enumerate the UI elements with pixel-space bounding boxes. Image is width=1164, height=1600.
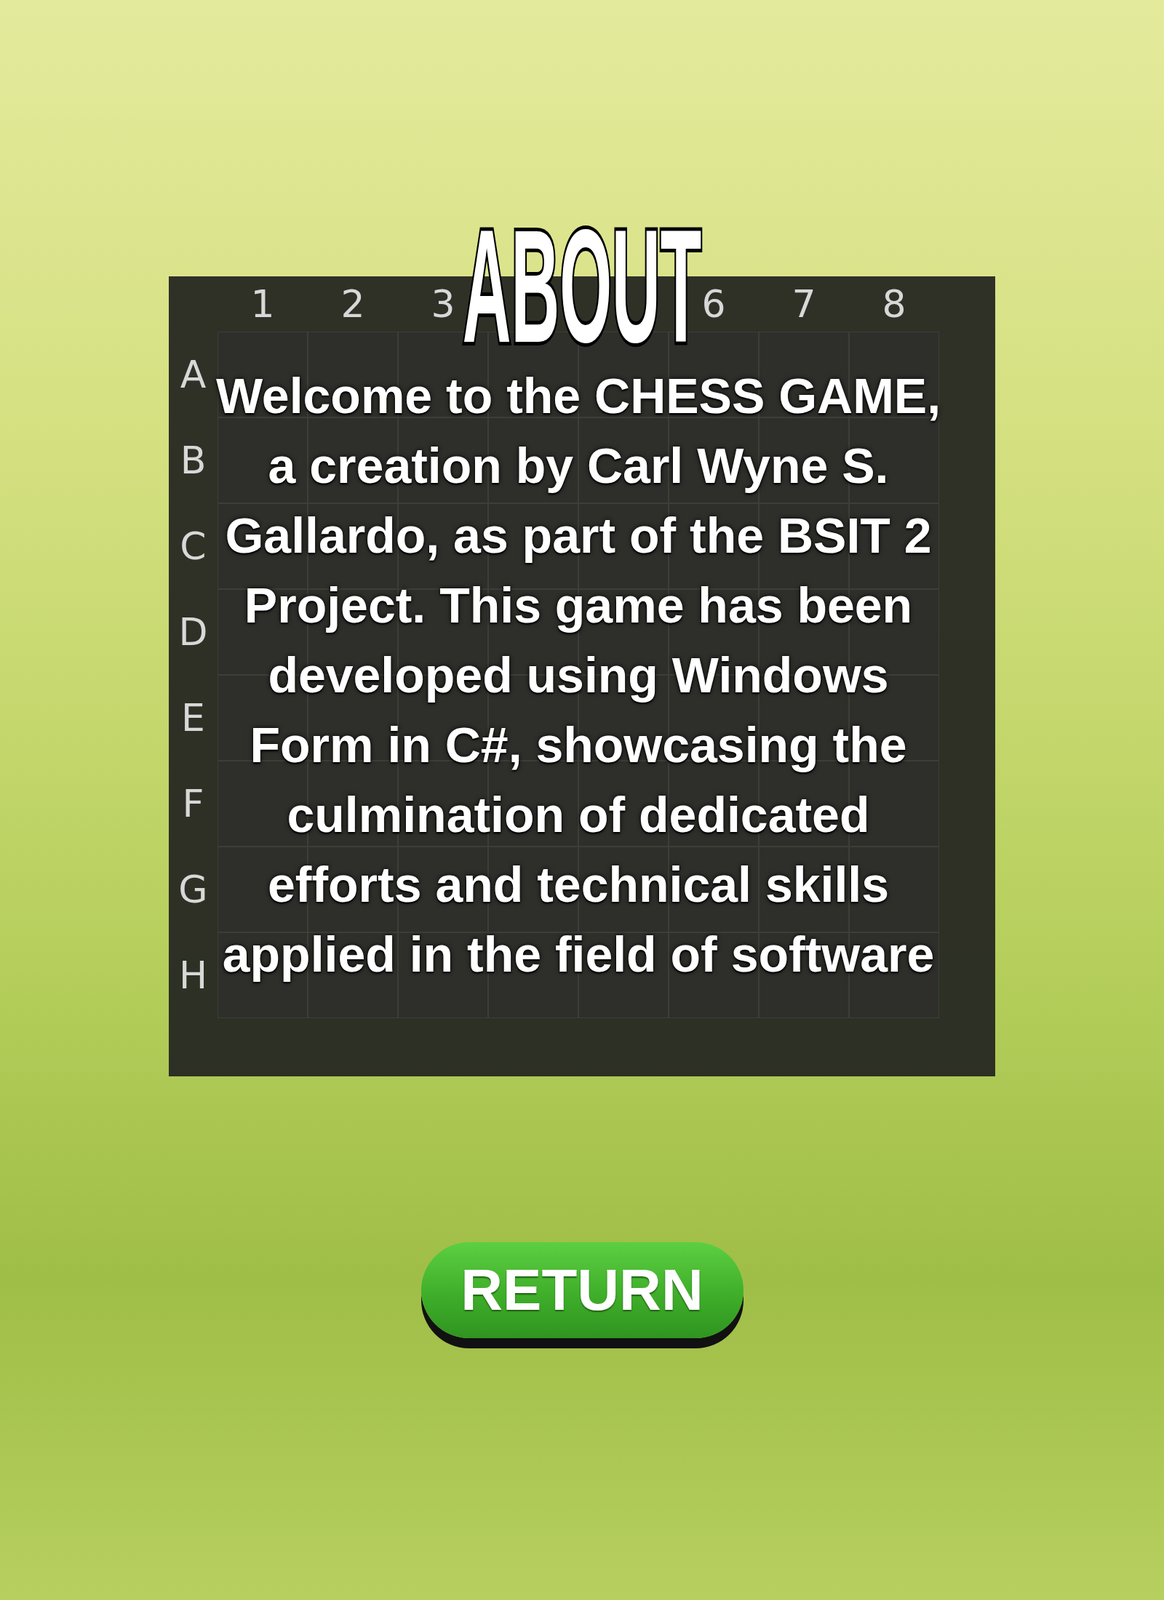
row-label: D bbox=[168, 589, 218, 676]
column-label: 8 bbox=[848, 285, 940, 324]
row-label: H bbox=[168, 932, 218, 1019]
row-label: C bbox=[168, 503, 218, 590]
chess-board: Welcome to the CHESS GAME, a creation by… bbox=[217, 331, 940, 1019]
about-screen: ABOUT123678ABCDEFGHWelcome to the CHESS … bbox=[0, 0, 1164, 1600]
column-label: 7 bbox=[758, 285, 849, 324]
board-row: ABCDEFGHWelcome to the CHESS GAME, a cre… bbox=[168, 331, 996, 1019]
column-label: 1 bbox=[217, 285, 308, 324]
about-title: ABOUT bbox=[462, 206, 702, 367]
row-labels: ABCDEFGH bbox=[168, 331, 218, 1019]
return-button[interactable]: RETURN bbox=[421, 1242, 744, 1339]
row-label: G bbox=[168, 846, 218, 933]
column-label: 2 bbox=[307, 285, 398, 324]
row-label: A bbox=[168, 331, 218, 418]
about-description: Welcome to the CHESS GAME, a creation by… bbox=[210, 349, 946, 1002]
row-label: F bbox=[168, 760, 218, 847]
row-label: E bbox=[168, 675, 218, 761]
button-row: RETURN bbox=[421, 1242, 744, 1339]
row-label: B bbox=[168, 417, 218, 504]
about-panel: ABOUT123678ABCDEFGHWelcome to the CHESS … bbox=[168, 276, 996, 1077]
